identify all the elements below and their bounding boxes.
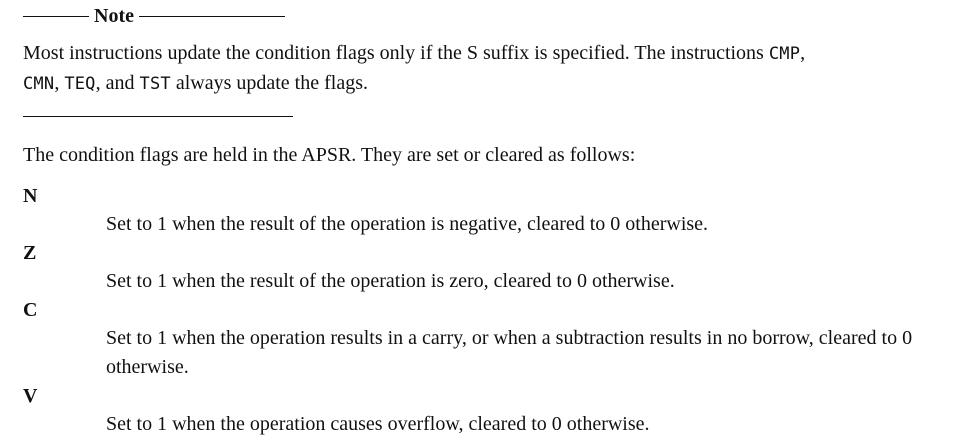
note-text-end: always update the flags. xyxy=(170,72,368,94)
code-cmp: CMP xyxy=(768,44,801,64)
note-label: Note xyxy=(94,5,134,27)
note-separator: , xyxy=(800,42,806,64)
note-text-start: Most instructions update the condition f… xyxy=(23,42,769,64)
flag-description-n: Set to 1 when the result of the operatio… xyxy=(106,213,709,235)
note-end-rule xyxy=(23,116,293,117)
flag-term-z: Z xyxy=(23,242,37,264)
code-tst: TST xyxy=(139,74,171,94)
intro-paragraph: The condition flags are held in the APSR… xyxy=(23,144,636,166)
flag-term-n: N xyxy=(23,185,38,207)
note-separator: , and xyxy=(95,72,140,94)
flag-description-z: Set to 1 when the result of the operatio… xyxy=(106,270,675,292)
flag-description-c: Set to 1 when the operation results in a… xyxy=(106,327,913,378)
note-separator: , xyxy=(54,72,65,94)
code-cmn: CMN xyxy=(23,74,55,94)
code-teq: TEQ xyxy=(64,74,96,94)
flag-description-v: Set to 1 when the operation causes overf… xyxy=(106,413,650,435)
flag-term-c: C xyxy=(23,299,38,321)
note-heading: Note xyxy=(23,2,285,30)
note-rule-right xyxy=(138,15,285,17)
note-body: Most instructions update the condition f… xyxy=(23,39,968,99)
flag-term-v: V xyxy=(23,385,38,407)
note-rule-left xyxy=(23,15,89,17)
